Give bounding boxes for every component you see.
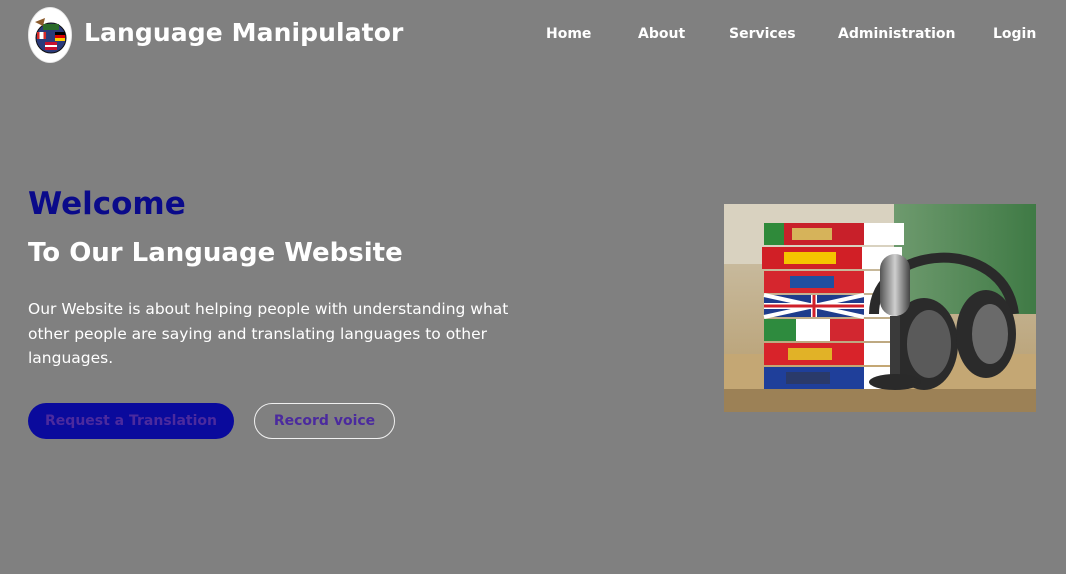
nav-home[interactable]: Home [546, 26, 591, 42]
logo-icon[interactable] [28, 7, 72, 63]
hero-description: Our Website is about helping people with… [28, 300, 509, 367]
request-translation-button[interactable]: Request a Translation [28, 403, 234, 439]
nav-services[interactable]: Services [729, 26, 796, 42]
record-voice-button[interactable]: Record voice [254, 403, 395, 439]
nav-about[interactable]: About [638, 26, 685, 42]
welcome-heading: Welcome [28, 186, 186, 222]
language-books-image [724, 204, 1036, 412]
site-header: Language Manipulator Home About Services… [0, 0, 1066, 70]
site-title: Language Manipulator [84, 18, 404, 47]
hero-subtitle: To Our Language Website [28, 238, 403, 268]
nav-login[interactable]: Login [993, 26, 1036, 42]
nav-administration[interactable]: Administration [838, 26, 955, 42]
